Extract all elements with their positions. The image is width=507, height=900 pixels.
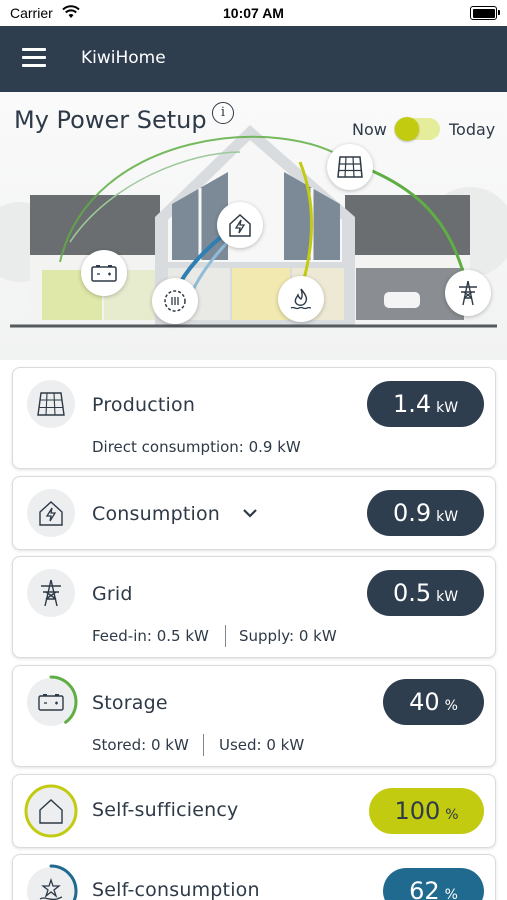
house-lightning-icon (229, 213, 251, 237)
heating-bubble[interactable] (152, 278, 198, 324)
self-sufficiency-value-pill: 100 % (369, 788, 484, 834)
production-title: Production (92, 394, 196, 416)
app-title: KiwiHome (81, 48, 166, 68)
heating-icon (164, 290, 186, 312)
direct-consumption-text: Direct consumption: 0.9 kW (92, 438, 301, 456)
production-unit: kW (436, 400, 459, 416)
self-sufficiency-title: Self-sufficiency (92, 799, 239, 821)
production-card[interactable]: Production 1.4 kW Direct consumption: 0.… (12, 367, 496, 469)
hamburger-menu-icon[interactable] (22, 48, 52, 70)
feed-in-text: Feed-in: 0.5 kW (92, 627, 209, 645)
consumption-unit: kW (436, 509, 459, 525)
consumption-card[interactable]: Consumption 0.9 kW (12, 476, 496, 550)
self-consumption-ring (24, 864, 78, 900)
app-bar: KiwiHome (0, 26, 507, 92)
grid-bubble[interactable] (445, 270, 491, 316)
self-sufficiency-card[interactable]: Self-sufficiency 100 % (12, 774, 496, 848)
self-consumption-card[interactable]: Self-consumption 62 % (12, 854, 496, 900)
house-consumption-bubble[interactable] (217, 202, 263, 248)
house-lightning-icon (39, 501, 63, 526)
toggle-knob (395, 117, 419, 141)
consumption-card-icon (27, 489, 75, 537)
hot-water-bubble[interactable] (278, 276, 324, 322)
info-icon[interactable]: i (212, 102, 234, 124)
storage-unit: % (444, 698, 458, 714)
consumption-value: 0.9 (392, 499, 432, 527)
now-today-toggle[interactable] (394, 117, 440, 141)
consumption-value-pill: 0.9 kW (367, 490, 484, 536)
storage-title: Storage (92, 692, 168, 714)
self-consumption-unit: % (444, 887, 458, 900)
production-value-pill: 1.4 kW (367, 381, 484, 427)
self-sufficiency-unit: % (445, 807, 459, 823)
grid-title: Grid (92, 583, 133, 605)
grid-value-pill: 0.5 kW (367, 570, 484, 616)
used-text: Used: 0 kW (219, 736, 305, 754)
divider (225, 625, 226, 647)
clock: 10:07 AM (223, 5, 284, 21)
self-consumption-value: 62 (409, 877, 440, 900)
grid-unit: kW (436, 589, 459, 605)
supply-text: Supply: 0 kW (239, 627, 337, 645)
consumption-title: Consumption (92, 503, 221, 525)
battery-icon (91, 265, 117, 282)
solar-panel-icon (37, 392, 65, 416)
flame-water-icon (290, 288, 312, 310)
power-pylon-icon (41, 579, 61, 607)
status-bar: Carrier 10:07 AM (0, 0, 507, 26)
self-sufficiency-ring (24, 784, 78, 838)
self-consumption-title: Self-consumption (92, 879, 260, 900)
self-consumption-value-pill: 62 % (383, 868, 484, 900)
self-sufficiency-value: 100 (394, 797, 441, 825)
grid-value: 0.5 (392, 579, 432, 607)
battery-status-icon (470, 6, 500, 20)
battery-bubble[interactable] (81, 250, 127, 296)
storage-value: 40 (409, 688, 440, 716)
page-title: My Power Setup (14, 106, 207, 134)
storage-card[interactable]: Storage 40 % Stored: 0 kW Used: 0 kW (12, 665, 496, 767)
storage-card-icon (24, 675, 78, 729)
self-consumption-card-icon (24, 864, 78, 900)
storage-value-pill: 40 % (383, 679, 484, 725)
stored-text: Stored: 0 kW (92, 736, 189, 754)
power-pylon-icon (459, 280, 477, 306)
storage-level-ring (24, 675, 78, 729)
self-sufficiency-card-icon (24, 784, 78, 838)
power-setup-illustration: My Power Setup i Now Today (0, 92, 507, 360)
divider (203, 734, 204, 756)
grid-card[interactable]: Grid 0.5 kW Feed-in: 0.5 kW Supply: 0 kW (12, 556, 496, 658)
toggle-label-today[interactable]: Today (449, 120, 495, 139)
solar-panel-icon (337, 156, 363, 178)
production-value: 1.4 (392, 390, 432, 418)
grid-card-icon (27, 569, 75, 617)
chevron-down-icon[interactable] (242, 508, 258, 518)
production-card-icon (27, 380, 75, 428)
solar-bubble[interactable] (327, 144, 373, 190)
toggle-label-now[interactable]: Now (352, 120, 387, 139)
